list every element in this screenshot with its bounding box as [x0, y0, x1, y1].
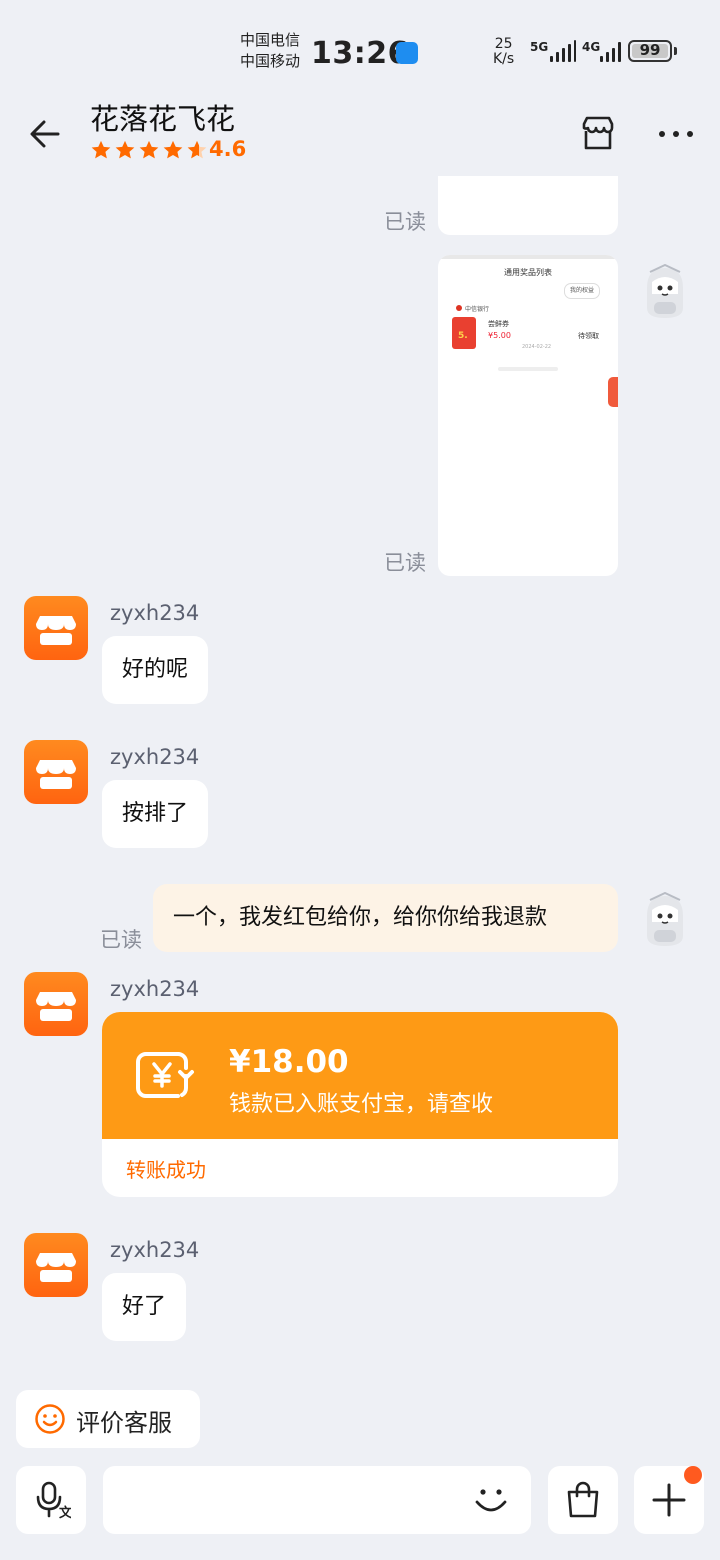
more-options-button[interactable]: [656, 124, 696, 144]
read-receipt: 已读: [384, 551, 426, 575]
star-icon: [163, 140, 183, 159]
read-receipt: 已读: [100, 928, 142, 952]
voice-to-text-icon: 文: [36, 1481, 71, 1519]
user-avatar-icon: [647, 891, 683, 946]
shopping-bag-icon: [567, 1481, 599, 1518]
speed-value: 25: [494, 36, 513, 52]
carrier-labels: 中国电信 中国移动: [240, 30, 300, 72]
notification-dot: [684, 1466, 702, 1484]
store-icon: [582, 116, 614, 150]
preview-item-price: ¥5.00: [488, 331, 511, 340]
incoming-message[interactable]: 按排了: [102, 780, 209, 848]
more-dots-icon: [659, 131, 693, 137]
read-receipt: 已读: [384, 210, 426, 234]
user-avatar-icon: [647, 263, 683, 318]
network-speed: 25 K/s: [493, 37, 514, 67]
products-button[interactable]: [548, 1466, 618, 1534]
shop-avatar[interactable]: [24, 740, 88, 804]
shop-avatar[interactable]: [24, 596, 88, 660]
star-icon: [139, 140, 159, 159]
transfer-card[interactable]: ¥18.00 钱款已入账支付宝，请查收 转账成功: [102, 1012, 618, 1197]
shop-logo-icon: [36, 760, 76, 789]
app-notification-icon: [396, 42, 418, 64]
preview-badge: 5.: [458, 331, 468, 341]
rate-service-button[interactable]: 评价客服: [16, 1390, 200, 1448]
sender-name: zyxh234: [110, 977, 200, 1001]
shop-avatar[interactable]: [24, 972, 88, 1036]
transfer-description: 钱款已入账支付宝，请查收: [229, 1092, 494, 1117]
smiley-icon: [35, 1404, 65, 1434]
net-label-4g: 4G: [582, 40, 601, 54]
outgoing-image-message[interactable]: 通用奖品列表 我的权益 中信银行 5. 尝鲜券 ¥5.00 2024-02-22…: [438, 255, 618, 576]
shop-logo-icon: [36, 616, 76, 645]
my-avatar[interactable]: [640, 891, 690, 948]
star-half-icon: [187, 140, 207, 159]
preview-bank: 中信银行: [465, 306, 490, 313]
battery-icon: 99: [628, 40, 672, 62]
preview-item-date: 2024-02-22: [522, 344, 552, 350]
transfer-yuan-icon: [136, 1052, 194, 1098]
rating-stars: [90, 138, 210, 162]
star-icon: [115, 140, 135, 159]
shop-avatar[interactable]: [24, 1233, 88, 1297]
sender-name: zyxh234: [110, 1238, 200, 1262]
transfer-status: 转账成功: [126, 1158, 206, 1182]
outgoing-image-bubble-partial[interactable]: [438, 176, 618, 235]
chat-title[interactable]: 花落花飞花: [90, 96, 235, 138]
signal-4g-icon: 4G: [582, 40, 622, 64]
back-button[interactable]: [28, 116, 64, 152]
shop-logo-icon: [36, 1253, 76, 1282]
voice-input-button[interactable]: 文: [16, 1466, 86, 1534]
speed-unit: K/s: [493, 51, 515, 67]
svg-text:文: 文: [59, 1505, 71, 1519]
message-input[interactable]: [103, 1466, 531, 1534]
preview-item-name: 尝鲜券: [488, 320, 509, 328]
rate-service-label: 评价客服: [76, 1409, 172, 1437]
clock: 13:26: [311, 36, 409, 71]
outgoing-message[interactable]: 一个，我发红包给你，给你你给我退款: [153, 884, 618, 952]
store-button[interactable]: [578, 114, 618, 154]
sender-name: zyxh234: [110, 601, 200, 625]
star-icon: [91, 140, 111, 159]
battery-tip: [674, 47, 677, 55]
emoji-icon[interactable]: [473, 1482, 509, 1518]
my-avatar[interactable]: [640, 263, 690, 320]
battery-level: 99: [639, 41, 661, 59]
net-label-5g: 5G: [530, 40, 549, 54]
incoming-message[interactable]: 好了: [102, 1273, 187, 1341]
carrier-1: 中国电信: [240, 31, 301, 49]
transfer-amount: ¥18.00: [229, 1044, 349, 1080]
sender-name: zyxh234: [110, 745, 200, 769]
preview-rights: 我的权益: [564, 283, 601, 299]
incoming-message[interactable]: 好的呢: [102, 636, 209, 704]
carrier-2: 中国移动: [240, 52, 301, 70]
preview-title: 通用奖品列表: [504, 268, 552, 277]
shop-logo-icon: [36, 992, 76, 1021]
plus-icon: [652, 1483, 686, 1517]
signal-5g-icon: 5G: [530, 40, 576, 64]
preview-item-status: 待领取: [578, 332, 599, 340]
back-arrow-icon: [30, 120, 60, 148]
rating-value: 4.6: [209, 137, 247, 161]
